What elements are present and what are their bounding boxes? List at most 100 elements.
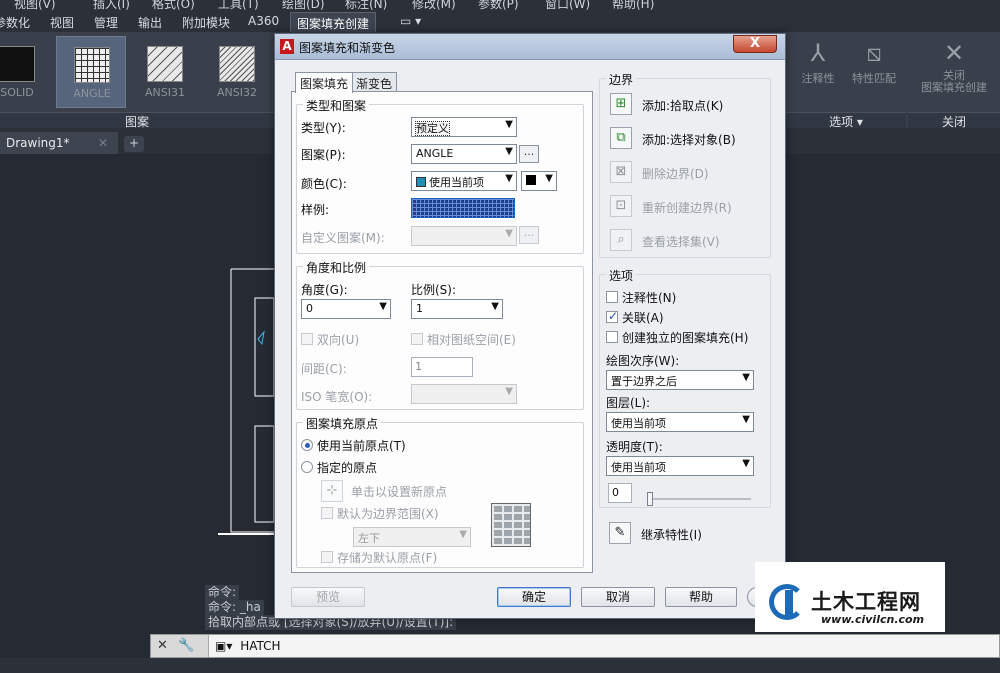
associative-checkbox[interactable] [606, 309, 618, 323]
tab-parametric[interactable]: 参数化 [0, 14, 30, 31]
dialog-close-button[interactable]: X [733, 35, 777, 53]
separate-hatches-label: 创建独立的图案填充(H) [622, 331, 749, 345]
chevron-down-icon: ▼ [545, 173, 553, 184]
new-tab-button[interactable]: + [124, 136, 144, 152]
close-x-icon: ✕ [943, 39, 965, 67]
iso-pen-width-select[interactable]: ▼ [411, 384, 517, 404]
pattern-ansi32-button[interactable]: ANSI32 [202, 36, 272, 108]
recreate-boundary-icon[interactable]: ⊡ [610, 195, 632, 217]
relative-paper-space-checkbox[interactable] [411, 333, 423, 345]
specified-origin-radio[interactable] [301, 461, 313, 473]
view-selection-icon[interactable]: ⌕ [610, 229, 632, 251]
hatch-tab-page: 类型和图案 类型(Y): 预定义 ▼ 图案(P): ANGLE ▼ ... 颜色… [291, 91, 593, 573]
menu-dimension[interactable]: 标注(N) [345, 0, 387, 12]
custom-pattern-select[interactable]: ▼ [411, 226, 517, 246]
cancel-button[interactable]: 取消 [581, 587, 655, 607]
custom-pattern-browse-button[interactable]: ... [519, 226, 539, 244]
recreate-boundary-label[interactable]: 重新创建边界(R) [642, 199, 732, 216]
remove-boundary-label[interactable]: 删除边界(D) [642, 165, 709, 182]
store-default-origin-checkbox[interactable] [321, 551, 333, 563]
view-selection-label[interactable]: 查看选择集(V) [642, 233, 720, 250]
associative-label: 关联(A) [622, 311, 664, 325]
dialog-title-bar[interactable]: A 图案填充和渐变色 X [275, 34, 785, 60]
ok-button[interactable]: 确定 [497, 587, 571, 607]
select-objects-icon[interactable]: ⧉ [610, 127, 632, 149]
transparency-slider[interactable] [647, 492, 751, 506]
match-properties-button[interactable]: ⧅ 特性匹配 [846, 36, 902, 86]
tab-hatch-creation[interactable]: 图案填充创建 [290, 12, 377, 32]
inherit-properties-label[interactable]: 继承特性(I) [641, 526, 702, 543]
add-select-objects-label[interactable]: 添加:选择对象(B) [642, 131, 736, 148]
options-group: 选项 注释性(N) 关联(A) 创建独立的图案填充(H) 绘图次序(W): 置于… [599, 267, 771, 508]
use-current-origin-radio[interactable] [301, 439, 313, 451]
options-group-title: 选项 [606, 267, 637, 284]
separate-hatches-checkbox[interactable] [606, 331, 618, 343]
pick-points-icon[interactable]: ⊞ [610, 93, 632, 115]
tab-a360[interactable]: A360 [248, 14, 279, 28]
close-hatch-creation-button[interactable]: ✕ 关闭 图案填充创建 [912, 36, 996, 94]
help-button[interactable]: 帮助 [665, 587, 737, 607]
menu-view[interactable]: 视图(V) [14, 0, 56, 12]
inherit-properties-icon[interactable]: ✎ [609, 522, 631, 544]
background-color-select[interactable]: ▼ [521, 171, 557, 191]
command-input[interactable]: ▣▾ HATCH [215, 639, 281, 653]
document-tab-label: Drawing1* [6, 136, 70, 150]
pattern-sample-swatch[interactable] [411, 198, 515, 218]
add-pick-points-label[interactable]: 添加:拾取点(K) [642, 97, 723, 114]
pattern-ansi31-button[interactable]: ANSI31 [130, 36, 200, 108]
layer-value: 使用当前项 [611, 417, 666, 430]
menu-modify[interactable]: 修改(M) [412, 0, 456, 12]
double-checkbox[interactable] [301, 333, 313, 345]
preview-button[interactable]: 预览 [291, 587, 365, 607]
tab-addins[interactable]: 附加模块 [182, 14, 230, 31]
menu-window[interactable]: 窗口(W) [545, 0, 590, 12]
angle-scale-group-title: 角度和比例 [303, 259, 370, 276]
chevron-down-icon: ▼ [459, 529, 467, 540]
extent-position-select[interactable]: 左下 ▼ [353, 527, 471, 547]
document-tab[interactable]: Drawing1* ✕ [0, 132, 118, 154]
transparency-select[interactable]: 使用当前项 ▼ [606, 456, 754, 476]
draw-order-select[interactable]: 置于边界之后 ▼ [606, 370, 754, 390]
tab-overflow-icon[interactable]: ▭ ▾ [400, 14, 421, 28]
color-swatch-icon [416, 177, 426, 187]
annotative-button[interactable]: ⅄ 注释性 [790, 36, 846, 86]
tab-view[interactable]: 视图 [50, 14, 74, 31]
menu-draw[interactable]: 绘图(D) [282, 0, 325, 12]
default-extent-label: 默认为边界范围(X) [337, 507, 439, 521]
menu-help[interactable]: 帮助(H) [612, 0, 654, 12]
customize-wrench-icon[interactable]: 🔧 [178, 638, 194, 653]
tab-output[interactable]: 输出 [138, 14, 162, 31]
civilcn-logo-bar [785, 590, 793, 616]
close-command-icon[interactable]: ✕ [157, 638, 168, 653]
command-line[interactable]: ✕ 🔧 ▣▾ HATCH [150, 634, 1000, 658]
remove-boundary-icon[interactable]: ⊠ [610, 161, 632, 183]
spacing-input[interactable]: 1 [411, 357, 473, 377]
tab-manage[interactable]: 管理 [94, 14, 118, 31]
transparency-number-input[interactable]: 0 [608, 483, 632, 503]
ansi31-swatch-icon [147, 46, 183, 82]
menu-tools[interactable]: 工具(T) [218, 0, 259, 12]
color-select[interactable]: 使用当前项 ▼ [411, 171, 517, 191]
angle-select[interactable]: 0 ▼ [301, 299, 391, 319]
menu-format[interactable]: 格式(O) [152, 0, 195, 12]
pattern-select[interactable]: ANGLE ▼ [411, 144, 517, 164]
menu-insert[interactable]: 插入(I) [93, 0, 130, 12]
pattern-angle-button[interactable]: ANGLE [56, 36, 126, 108]
scale-select[interactable]: 1 ▼ [411, 299, 503, 319]
tab-hatch[interactable]: 图案填充 [295, 72, 354, 93]
close-tab-icon[interactable]: ✕ [98, 136, 108, 150]
menu-parameters[interactable]: 参数(P) [478, 0, 519, 12]
pattern-browse-button[interactable]: ... [519, 145, 539, 163]
slider-thumb[interactable] [647, 492, 653, 506]
type-select[interactable]: 预定义 ▼ [411, 117, 517, 137]
panel-title-options[interactable]: 选项 ▾ [786, 112, 906, 129]
tab-gradient[interactable]: 渐变色 [351, 72, 398, 92]
annotative-checkbox[interactable] [606, 291, 618, 303]
layer-select[interactable]: 使用当前项 ▼ [606, 412, 754, 432]
pattern-solid-button[interactable]: SOLID [0, 36, 52, 108]
extent-position-value: 左下 [358, 532, 380, 545]
chevron-down-icon: ▼ [505, 119, 513, 130]
set-origin-icon[interactable]: ⊹ [321, 480, 343, 502]
type-pattern-group: 类型和图案 类型(Y): 预定义 ▼ 图案(P): ANGLE ▼ ... 颜色… [296, 97, 584, 254]
default-extent-checkbox[interactable] [321, 507, 333, 519]
